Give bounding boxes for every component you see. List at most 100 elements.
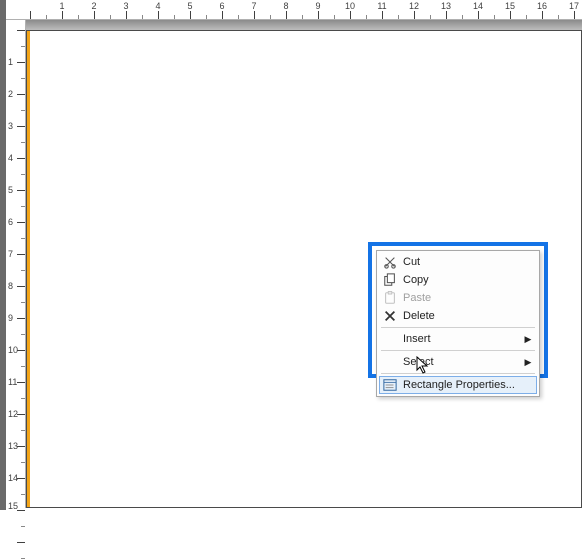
horizontal-ruler[interactable]: 1 2 3 4 5 6 7 8 9 10 11 12 13 14 15 16 1…	[20, 0, 582, 20]
v-ruler-tick	[21, 526, 25, 527]
h-ruler-tick	[398, 15, 399, 19]
h-ruler-num: 7	[251, 1, 256, 11]
h-ruler-num: 12	[409, 1, 419, 11]
v-ruler-tick	[17, 190, 25, 191]
h-ruler-tick	[494, 15, 495, 19]
h-ruler-num: 8	[283, 1, 288, 11]
menu-item-label: Cut	[399, 256, 533, 268]
v-ruler-num: 9	[8, 313, 13, 323]
submenu-arrow-icon: ▶	[523, 357, 533, 368]
h-ruler-tick	[206, 15, 207, 19]
menu-item-copy[interactable]: Copy	[379, 271, 537, 289]
context-menu: Cut Copy Paste Delete Insert ▶	[376, 250, 540, 397]
menu-item-label: Delete	[399, 310, 533, 322]
v-ruler-num: 1	[8, 57, 13, 67]
h-ruler-num: 11	[377, 1, 386, 11]
menu-item-insert[interactable]: Insert ▶	[379, 330, 537, 348]
v-ruler-tick	[21, 46, 25, 47]
h-ruler-tick	[254, 11, 255, 19]
ruler-separator	[26, 20, 582, 30]
h-ruler-num: 3	[123, 1, 128, 11]
h-ruler-tick	[366, 15, 367, 19]
v-ruler-tick	[17, 382, 25, 383]
v-ruler-tick	[21, 462, 25, 463]
paste-icon	[381, 290, 399, 306]
vertical-ruler[interactable]: 1 2 3 4 5 6 7 8 9 10 11 12 13 14 15	[6, 20, 26, 508]
h-ruler-tick	[334, 15, 335, 19]
v-ruler-tick	[21, 430, 25, 431]
h-ruler-tick	[318, 11, 319, 19]
v-ruler-tick	[21, 334, 25, 335]
h-ruler-tick	[574, 11, 575, 19]
h-ruler-tick	[382, 11, 383, 19]
v-ruler-num: 5	[8, 185, 13, 195]
v-ruler-tick	[21, 110, 25, 111]
v-ruler-tick	[17, 542, 25, 543]
h-ruler-tick	[542, 11, 543, 19]
v-ruler-tick	[21, 270, 25, 271]
h-ruler-num: 10	[345, 1, 355, 11]
cut-icon	[381, 254, 399, 270]
h-ruler-tick	[30, 11, 31, 19]
submenu-arrow-icon: ▶	[523, 334, 533, 345]
properties-icon	[381, 377, 399, 393]
delete-icon	[381, 308, 399, 324]
menu-item-label: Paste	[399, 292, 533, 304]
h-ruler-tick	[142, 15, 143, 19]
v-ruler-tick	[17, 254, 25, 255]
h-ruler-tick	[558, 15, 559, 19]
v-ruler-num: 3	[8, 121, 13, 131]
menu-item-rectangle-properties[interactable]: Rectangle Properties...	[379, 376, 537, 394]
h-ruler-tick	[302, 15, 303, 19]
copy-icon	[381, 272, 399, 288]
document-editor: 1 2 3 4 5 6 7 8 9 10 11 12 13 14 15 16 1…	[0, 0, 588, 510]
v-ruler-num: 4	[8, 153, 13, 163]
h-ruler-tick	[190, 11, 191, 19]
blank-icon	[381, 354, 399, 370]
h-ruler-tick	[78, 15, 79, 19]
h-ruler-num: 15	[505, 1, 515, 11]
menu-item-label: Select	[399, 356, 523, 368]
menu-item-cut[interactable]: Cut	[379, 253, 537, 271]
h-ruler-tick	[270, 15, 271, 19]
menu-item-delete[interactable]: Delete	[379, 307, 537, 325]
h-ruler-num: 1	[59, 1, 64, 11]
v-ruler-tick	[17, 30, 25, 31]
v-ruler-tick	[17, 158, 25, 159]
h-ruler-num: 13	[441, 1, 451, 11]
h-ruler-tick	[46, 15, 47, 19]
blank-icon	[381, 331, 399, 347]
v-ruler-tick	[21, 78, 25, 79]
h-ruler-num: 2	[91, 1, 96, 11]
h-ruler-tick	[62, 11, 63, 19]
h-ruler-tick	[478, 11, 479, 19]
v-ruler-tick	[17, 126, 25, 127]
menu-item-label: Copy	[399, 274, 533, 286]
v-ruler-num: 8	[8, 281, 13, 291]
h-ruler-tick	[222, 11, 223, 19]
v-ruler-tick	[17, 286, 25, 287]
menu-item-select[interactable]: Select ▶	[379, 353, 537, 371]
v-ruler-tick	[17, 318, 25, 319]
h-ruler-num: 16	[537, 1, 547, 11]
v-ruler-tick	[17, 414, 25, 415]
h-ruler-tick	[126, 11, 127, 19]
h-ruler-tick	[94, 11, 95, 19]
v-ruler-tick	[21, 174, 25, 175]
v-ruler-tick	[17, 350, 25, 351]
h-ruler-tick	[510, 11, 511, 19]
v-ruler-num: 6	[8, 217, 13, 227]
v-ruler-tick	[17, 222, 25, 223]
page-left-margin-indicator	[27, 31, 30, 507]
v-ruler-tick	[21, 366, 25, 367]
menu-item-label: Insert	[399, 333, 523, 345]
h-ruler-tick	[238, 15, 239, 19]
v-ruler-num: 7	[8, 249, 13, 259]
h-ruler-tick	[446, 11, 447, 19]
menu-item-label: Rectangle Properties...	[399, 379, 533, 391]
h-ruler-ticks: 1 2 3 4 5 6 7 8 9 10 11 12 13 14 15 16 1…	[20, 0, 582, 19]
v-ruler-tick	[21, 142, 25, 143]
v-ruler-tick	[21, 398, 25, 399]
h-ruler-num: 6	[219, 1, 224, 11]
h-ruler-tick	[350, 11, 351, 19]
